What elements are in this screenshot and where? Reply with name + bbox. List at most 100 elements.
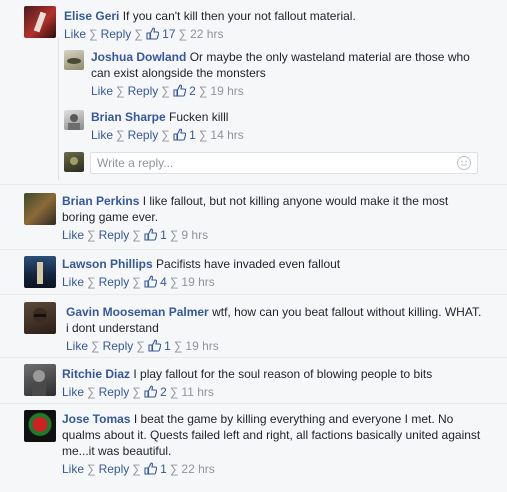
like-count-button[interactable]: 4 bbox=[144, 275, 167, 289]
commenter-name[interactable]: Brian Perkins bbox=[62, 194, 139, 208]
separator: ∑ bbox=[161, 84, 170, 98]
reply-link[interactable]: Reply bbox=[103, 339, 134, 353]
like-count-button[interactable]: 2 bbox=[173, 84, 196, 98]
divider bbox=[0, 403, 507, 404]
like-count: 2 bbox=[160, 385, 167, 399]
like-count-button[interactable]: 1 bbox=[148, 339, 171, 353]
timestamp[interactable]: 19 hrs bbox=[185, 339, 218, 353]
comment-actions: Like ∑ Reply ∑ 17 ∑ 22 hrs bbox=[64, 26, 484, 42]
reply-input[interactable]: Write a reply... bbox=[97, 156, 451, 170]
commenter-name[interactable]: Ritchie Diaz bbox=[62, 367, 130, 381]
reply-link[interactable]: Reply bbox=[99, 228, 130, 242]
like-count: 4 bbox=[160, 275, 167, 289]
thumbs-up-icon bbox=[144, 228, 157, 241]
like-count: 1 bbox=[164, 339, 171, 353]
separator: ∑ bbox=[169, 228, 179, 242]
commenter-name[interactable]: Gavin Mooseman Palmer bbox=[66, 305, 209, 319]
comment-actions: Like ∑ Reply ∑ 4 ∑ 19 hrs bbox=[62, 274, 482, 290]
thumbs-up-icon bbox=[144, 462, 157, 475]
like-count-button[interactable]: 1 bbox=[144, 462, 167, 476]
timestamp[interactable]: 14 hrs bbox=[210, 128, 243, 142]
comment-actions: Like ∑ Reply ∑ 2 ∑ 11 hrs bbox=[62, 384, 482, 400]
commenter-name[interactable]: Lawson Phillips bbox=[62, 257, 153, 271]
like-count-button[interactable]: 1 bbox=[144, 228, 167, 242]
timestamp[interactable]: 11 hrs bbox=[181, 385, 213, 399]
separator: ∑ bbox=[132, 228, 141, 242]
current-user-avatar bbox=[64, 152, 84, 172]
separator: ∑ bbox=[169, 275, 179, 289]
like-link[interactable]: Like bbox=[64, 27, 86, 41]
separator: ∑ bbox=[87, 462, 96, 476]
thumbs-up-icon bbox=[173, 128, 186, 141]
separator: ∑ bbox=[132, 385, 141, 399]
comment-actions: Like ∑ Reply ∑ 1 ∑ 19 hrs bbox=[66, 338, 486, 354]
like-count-button[interactable]: 2 bbox=[144, 385, 167, 399]
timestamp[interactable]: 19 hrs bbox=[210, 84, 243, 98]
avatar[interactable] bbox=[24, 364, 56, 396]
avatar[interactable] bbox=[24, 6, 56, 38]
comment-actions: Like ∑ Reply ∑ 2 ∑ 19 hrs bbox=[91, 83, 491, 99]
reply-link[interactable]: Reply bbox=[99, 275, 130, 289]
like-link[interactable]: Like bbox=[62, 275, 84, 289]
divider bbox=[0, 357, 507, 358]
commenter-name[interactable]: Elise Geri bbox=[64, 9, 119, 23]
commenter-name[interactable]: Brian Sharpe bbox=[91, 110, 166, 124]
avatar[interactable] bbox=[64, 50, 84, 70]
like-link[interactable]: Like bbox=[62, 385, 84, 399]
like-count-button[interactable]: 1 bbox=[173, 128, 196, 142]
like-count: 2 bbox=[189, 84, 196, 98]
comment-text: If you can't kill then your not fallout … bbox=[122, 9, 356, 23]
separator: ∑ bbox=[87, 228, 96, 242]
separator: ∑ bbox=[116, 84, 125, 98]
smiley-icon[interactable] bbox=[457, 156, 471, 170]
like-count: 1 bbox=[160, 462, 167, 476]
timestamp[interactable]: 22 hrs bbox=[190, 27, 223, 41]
separator: ∑ bbox=[169, 385, 179, 399]
comment-text: Pacifists have invaded even fallout bbox=[156, 257, 341, 271]
thumbs-up-icon bbox=[148, 339, 161, 352]
separator: ∑ bbox=[169, 462, 179, 476]
separator: ∑ bbox=[132, 462, 141, 476]
comment-actions: Like ∑ Reply ∑ 1 ∑ 9 hrs bbox=[62, 227, 482, 243]
separator: ∑ bbox=[89, 27, 98, 41]
separator: ∑ bbox=[136, 339, 145, 353]
comment-actions: Like ∑ Reply ∑ 1 ∑ 22 hrs bbox=[62, 461, 482, 477]
timestamp[interactable]: 22 hrs bbox=[181, 462, 214, 476]
thumbs-up-icon bbox=[144, 275, 157, 288]
avatar[interactable] bbox=[64, 110, 84, 130]
like-count: 1 bbox=[189, 128, 196, 142]
like-link[interactable]: Like bbox=[62, 462, 84, 476]
reply-link[interactable]: Reply bbox=[128, 84, 159, 98]
timestamp[interactable]: 19 hrs bbox=[181, 275, 214, 289]
like-link[interactable]: Like bbox=[66, 339, 88, 353]
avatar[interactable] bbox=[24, 302, 56, 334]
commenter-name[interactable]: Jose Tomas bbox=[62, 412, 130, 426]
reply-link[interactable]: Reply bbox=[99, 462, 130, 476]
like-count: 1 bbox=[160, 228, 167, 242]
like-count-button[interactable]: 17 bbox=[146, 27, 176, 41]
separator: ∑ bbox=[173, 339, 183, 353]
avatar[interactable] bbox=[24, 410, 56, 442]
reply-box[interactable]: Write a reply... bbox=[90, 152, 478, 174]
comment-text: Fucken killl bbox=[169, 110, 229, 124]
commenter-name[interactable]: Joshua Dowland bbox=[91, 50, 186, 64]
separator: ∑ bbox=[87, 275, 96, 289]
thumbs-up-icon bbox=[144, 385, 157, 398]
like-link[interactable]: Like bbox=[91, 84, 113, 98]
reply-thread-line bbox=[58, 38, 59, 180]
thumbs-up-icon bbox=[173, 84, 186, 97]
avatar[interactable] bbox=[24, 256, 56, 288]
like-link[interactable]: Like bbox=[62, 228, 84, 242]
avatar[interactable] bbox=[24, 193, 56, 225]
divider bbox=[0, 184, 507, 185]
like-count: 17 bbox=[162, 27, 176, 41]
reply-link[interactable]: Reply bbox=[99, 385, 130, 399]
like-link[interactable]: Like bbox=[91, 128, 113, 142]
timestamp[interactable]: 9 hrs bbox=[181, 228, 208, 242]
reply-link[interactable]: Reply bbox=[128, 128, 159, 142]
separator: ∑ bbox=[132, 275, 141, 289]
reply-link[interactable]: Reply bbox=[101, 27, 132, 41]
separator: ∑ bbox=[134, 27, 143, 41]
separator: ∑ bbox=[91, 339, 100, 353]
separator: ∑ bbox=[178, 27, 188, 41]
